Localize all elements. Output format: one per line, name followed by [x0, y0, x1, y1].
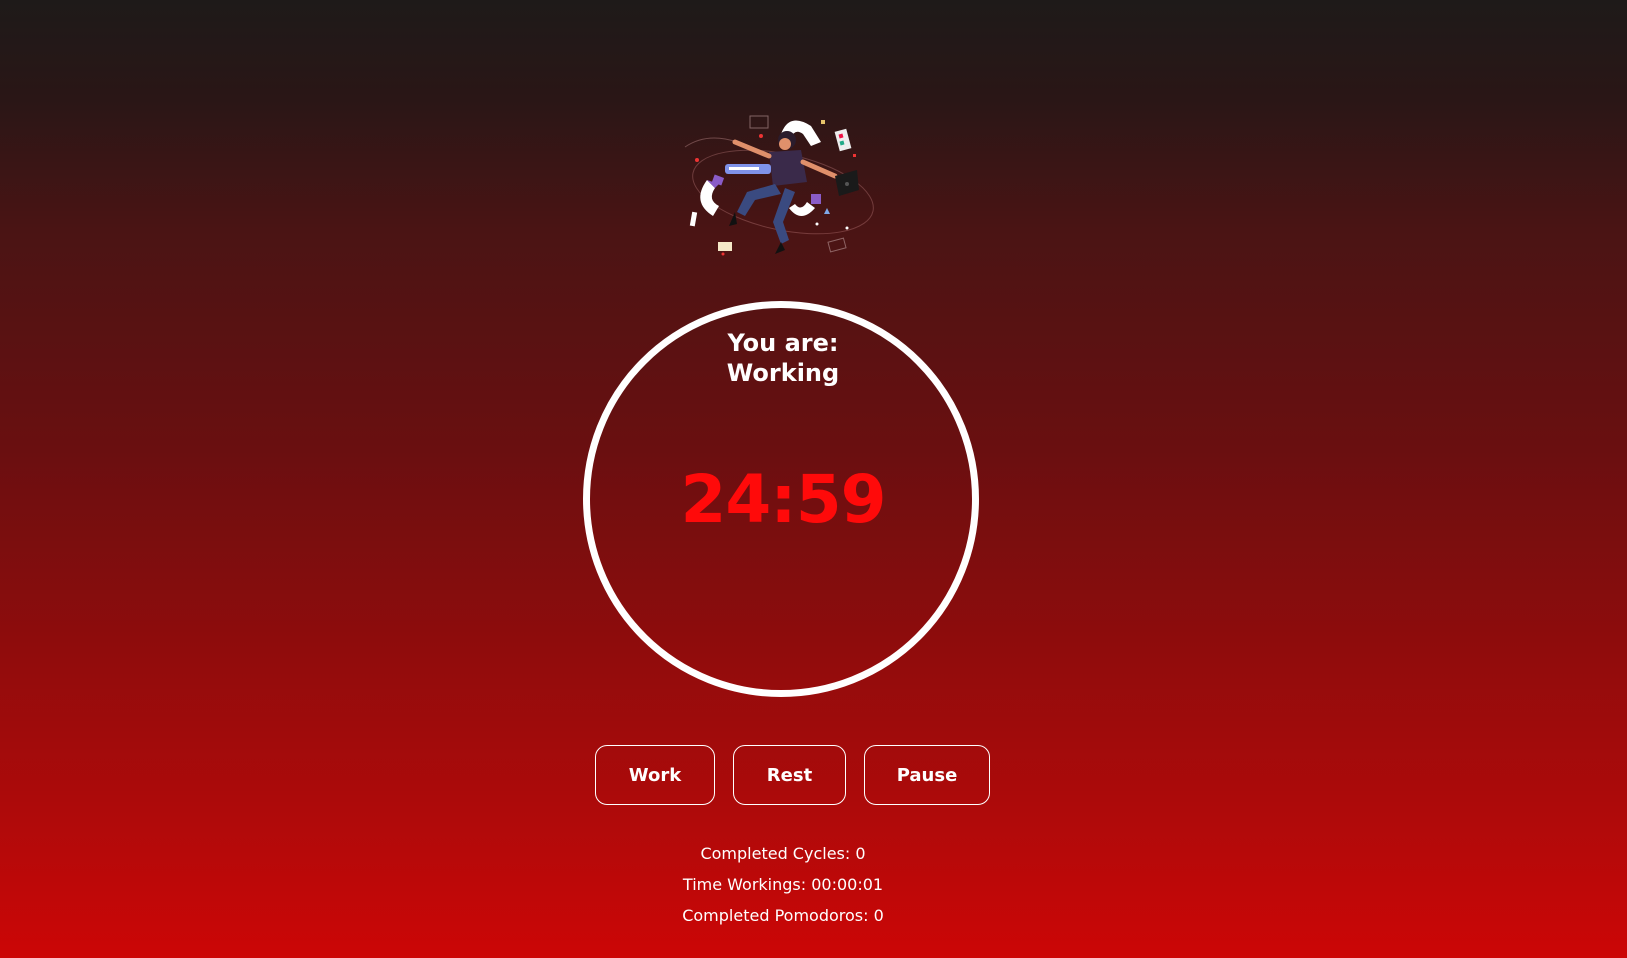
- rest-button[interactable]: Rest: [733, 745, 846, 805]
- time-working-text: Time Workings: 00:00:01: [682, 875, 884, 894]
- timer-display: 24:59: [680, 461, 886, 538]
- stats-panel: Completed Cycles: 0 Time Workings: 00:00…: [613, 838, 953, 931]
- work-button[interactable]: Work: [595, 745, 715, 805]
- status-value: Working: [726, 359, 840, 387]
- completed-cycles-text: Completed Cycles: 0: [700, 844, 866, 863]
- floating-person-illustration: [677, 112, 889, 270]
- completed-pomodoros-text: Completed Pomodoros: 0: [682, 906, 884, 925]
- pause-button[interactable]: Pause: [864, 745, 990, 805]
- status-label: You are:: [727, 329, 839, 357]
- status-block: You are: Working: [683, 328, 883, 388]
